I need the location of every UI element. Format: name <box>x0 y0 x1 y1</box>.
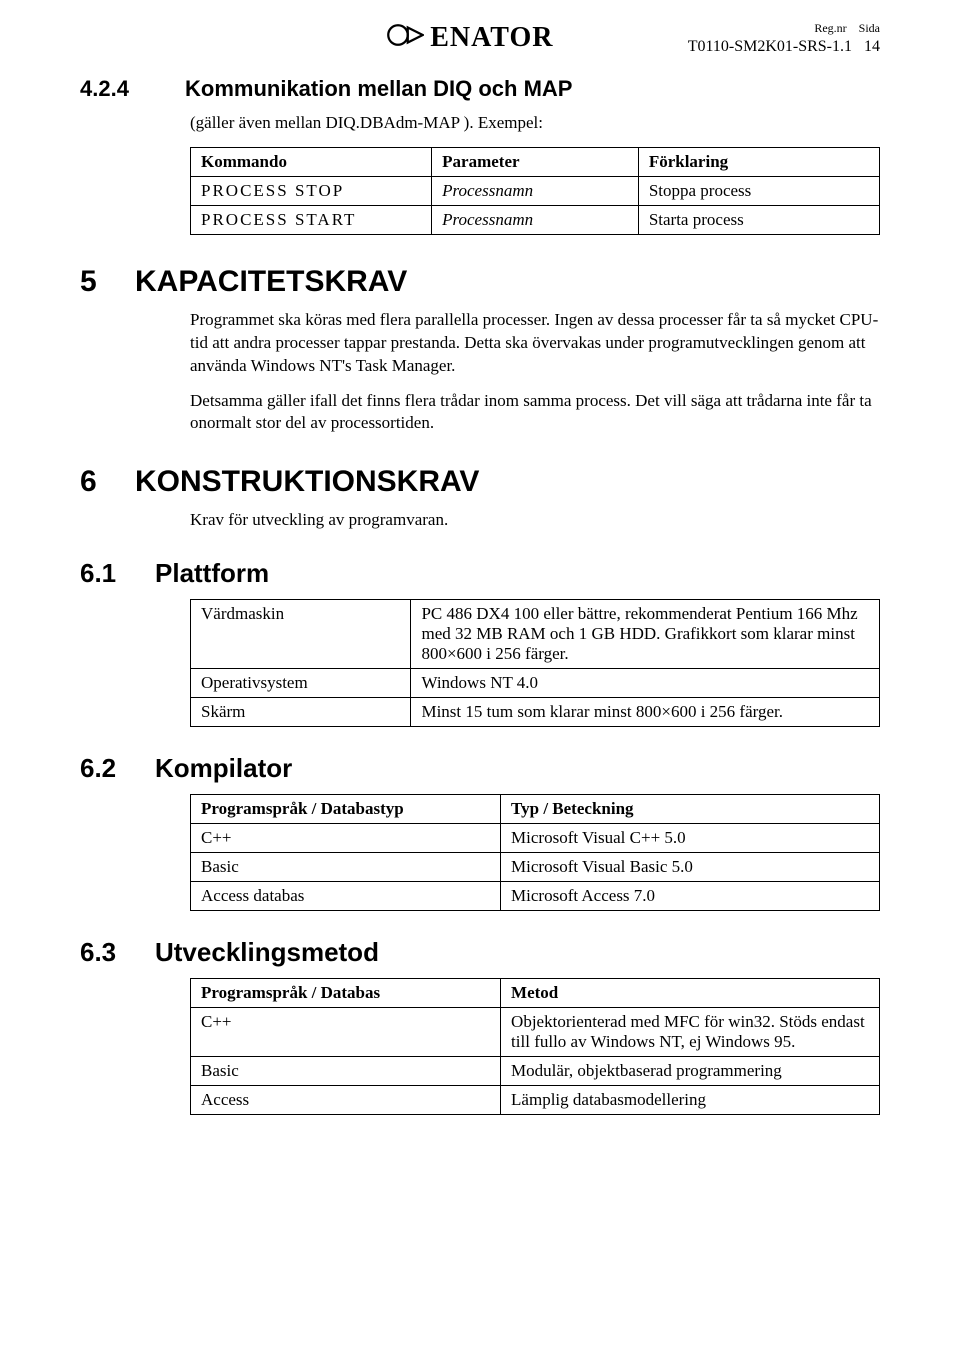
table-header: Typ / Beteckning <box>501 795 880 824</box>
paragraph: (gäller även mellan DIQ.DBAdm-MAP ). Exe… <box>190 112 880 135</box>
table-cell: PROCESS STOP <box>191 176 432 205</box>
page: ENATOR Reg.nr Sida T0110-SM2K01-SRS-1.1 … <box>0 0 960 1173</box>
table-cell: Basic <box>191 1057 501 1086</box>
sida-label: Sida <box>859 21 880 35</box>
table-header: Kommando <box>191 147 432 176</box>
table-row: Värdmaskin PC 486 DX4 100 eller bättre, … <box>191 600 880 669</box>
page-header: ENATOR Reg.nr Sida T0110-SM2K01-SRS-1.1 … <box>80 20 880 58</box>
heading-text: Kompilator <box>155 753 292 783</box>
reg-label: Reg.nr <box>814 21 846 35</box>
table-cell: Stoppa process <box>638 176 879 205</box>
heading-text: KAPACITETSKRAV <box>135 265 407 298</box>
section-6-1-body: Värdmaskin PC 486 DX4 100 eller bättre, … <box>190 599 880 727</box>
table-cell: Processnamn <box>432 205 639 234</box>
paragraph: Programmet ska köras med flera parallell… <box>190 309 880 378</box>
table-row: Basic Microsoft Visual Basic 5.0 <box>191 853 880 882</box>
table-header: Programspråk / Databastyp <box>191 795 501 824</box>
heading-6-3: 6.3Utvecklingsmetod <box>80 937 880 968</box>
platform-table: Värdmaskin PC 486 DX4 100 eller bättre, … <box>190 599 880 727</box>
table-cell: C++ <box>191 824 501 853</box>
logo-icon <box>384 20 424 55</box>
table-row: Basic Modulär, objektbaserad programmeri… <box>191 1057 880 1086</box>
paragraph: Detsamma gäller ifall det finns flera tr… <box>190 390 880 436</box>
table-row: C++ Microsoft Visual C++ 5.0 <box>191 824 880 853</box>
paragraph: Krav för utveckling av programvaran. <box>190 509 880 532</box>
method-table: Programspråk / Databas Metod C++ Objekto… <box>190 978 880 1115</box>
table-cell: Objektorienterad med MFC för win32. Stöd… <box>501 1008 880 1057</box>
heading-number: 4.2.4 <box>80 76 185 102</box>
table-cell: Windows NT 4.0 <box>411 669 880 698</box>
registration-block: Reg.nr Sida T0110-SM2K01-SRS-1.1 14 <box>688 20 880 58</box>
logo-area: ENATOR <box>80 20 688 55</box>
heading-text: Kommunikation mellan DIQ och MAP <box>185 76 572 101</box>
table-cell: Microsoft Visual C++ 5.0 <box>501 824 880 853</box>
table-cell: PROCESS START <box>191 205 432 234</box>
heading-number: 6 <box>80 465 135 499</box>
heading-number: 6.3 <box>80 937 155 968</box>
table-cell: Microsoft Access 7.0 <box>501 882 880 911</box>
heading-5: 5KAPACITETSKRAV <box>80 265 880 299</box>
table-row: Programspråk / Databas Metod <box>191 979 880 1008</box>
table-cell: C++ <box>191 1008 501 1057</box>
table-row: Access Lämplig databasmodellering <box>191 1086 880 1115</box>
section-6-2-body: Programspråk / Databastyp Typ / Beteckni… <box>190 794 880 911</box>
table-row: PROCESS START Processnamn Starta process <box>191 205 880 234</box>
table-row: C++ Objektorienterad med MFC för win32. … <box>191 1008 880 1057</box>
heading-text: Utvecklingsmetod <box>155 937 379 967</box>
table-cell: Basic <box>191 853 501 882</box>
heading-6-1: 6.1Plattform <box>80 558 880 589</box>
table-cell: Processnamn <box>432 176 639 205</box>
section-4-2-4-body: (gäller även mellan DIQ.DBAdm-MAP ). Exe… <box>190 112 880 235</box>
table-header: Metod <box>501 979 880 1008</box>
table-header: Parameter <box>432 147 639 176</box>
table-cell: Microsoft Visual Basic 5.0 <box>501 853 880 882</box>
heading-6: 6KONSTRUKTIONSKRAV <box>80 465 880 499</box>
section-6-3-body: Programspråk / Databas Metod C++ Objekto… <box>190 978 880 1115</box>
heading-number: 5 <box>80 265 135 299</box>
table-cell: Skärm <box>191 698 411 727</box>
table-cell: Värdmaskin <box>191 600 411 669</box>
logo-text: ENATOR <box>430 22 553 54</box>
table-row: Programspråk / Databastyp Typ / Beteckni… <box>191 795 880 824</box>
heading-6-2: 6.2Kompilator <box>80 753 880 784</box>
table-cell: PC 486 DX4 100 eller bättre, rekommender… <box>411 600 880 669</box>
table-cell: Lämplig databasmodellering <box>501 1086 880 1115</box>
logo: ENATOR <box>384 20 553 55</box>
table-row: Kommando Parameter Förklaring <box>191 147 880 176</box>
table-cell: Access databas <box>191 882 501 911</box>
table-header: Förklaring <box>638 147 879 176</box>
heading-text: Plattform <box>155 558 269 588</box>
table-cell: Starta process <box>638 205 879 234</box>
command-table: Kommando Parameter Förklaring PROCESS ST… <box>190 147 880 235</box>
reg-labels: Reg.nr Sida <box>688 20 880 36</box>
section-5-body: Programmet ska köras med flera parallell… <box>190 309 880 436</box>
page-number: 14 <box>864 38 880 55</box>
section-6-body: Krav för utveckling av programvaran. <box>190 509 880 532</box>
table-row: Skärm Minst 15 tum som klarar minst 800×… <box>191 698 880 727</box>
table-cell: Minst 15 tum som klarar minst 800×600 i … <box>411 698 880 727</box>
table-row: PROCESS STOP Processnamn Stoppa process <box>191 176 880 205</box>
table-cell: Operativsystem <box>191 669 411 698</box>
table-cell: Access <box>191 1086 501 1115</box>
compiler-table: Programspråk / Databastyp Typ / Beteckni… <box>190 794 880 911</box>
table-row: Access databas Microsoft Access 7.0 <box>191 882 880 911</box>
table-row: Operativsystem Windows NT 4.0 <box>191 669 880 698</box>
doc-id: T0110-SM2K01-SRS-1.1 <box>688 38 852 55</box>
table-cell: Modulär, objektbaserad programmering <box>501 1057 880 1086</box>
doc-id-line: T0110-SM2K01-SRS-1.1 14 <box>688 36 880 58</box>
heading-number: 6.1 <box>80 558 155 589</box>
heading-4-2-4: 4.2.4Kommunikation mellan DIQ och MAP <box>80 76 880 102</box>
heading-number: 6.2 <box>80 753 155 784</box>
heading-text: KONSTRUKTIONSKRAV <box>135 465 479 498</box>
table-header: Programspråk / Databas <box>191 979 501 1008</box>
